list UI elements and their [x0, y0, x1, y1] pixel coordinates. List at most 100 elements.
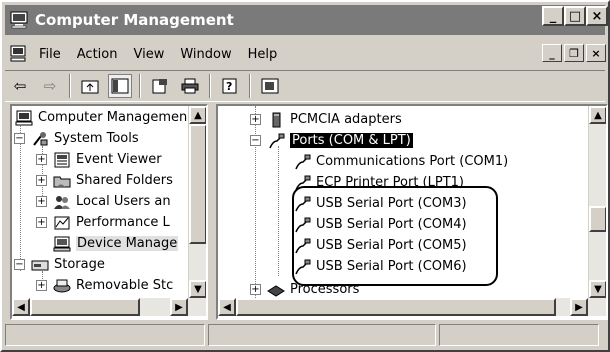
- console-tree-pane[interactable]: Computer Managemen − System Tools + Even…: [10, 104, 208, 320]
- help-icon[interactable]: ?: [218, 74, 242, 98]
- port-icon: [292, 258, 312, 276]
- port-icon: [292, 237, 312, 255]
- system-menu-icon[interactable]: [9, 45, 29, 63]
- tree-item-system-tools[interactable]: − System Tools: [14, 128, 139, 149]
- toolbar-separator: [69, 74, 71, 98]
- forward-arrow-icon[interactable]: ⇨: [38, 74, 62, 98]
- left-horizontal-scrollbar[interactable]: ◀ ▶: [12, 298, 206, 316]
- tree-label: Local Users an: [76, 194, 171, 209]
- right-horizontal-scrollbar[interactable]: ◀ ▶: [218, 298, 606, 316]
- tree-item-com3[interactable]: USB Serial Port (COM3): [292, 193, 467, 214]
- up-folder-icon[interactable]: [78, 74, 102, 98]
- removable-storage-icon: [52, 277, 72, 295]
- scroll-right-arrow-icon[interactable]: ▶: [170, 298, 188, 316]
- scroll-up-arrow-icon[interactable]: ▲: [189, 106, 206, 124]
- tree-label: Device Manage: [76, 236, 179, 251]
- scroll-thumb[interactable]: [30, 298, 140, 316]
- tree-label: System Tools: [54, 131, 139, 146]
- tree-item-com1[interactable]: Communications Port (COM1): [292, 151, 508, 172]
- menu-window[interactable]: Window: [180, 47, 231, 62]
- menu-view[interactable]: View: [133, 47, 164, 62]
- tree-item-removable-storage[interactable]: + Removable Stc: [36, 275, 173, 296]
- tree-item-shared-folders[interactable]: + Shared Folders: [36, 170, 173, 191]
- tree-label: Communications Port (COM1): [316, 154, 509, 169]
- scroll-thumb[interactable]: [589, 206, 606, 232]
- tree-item-performance-logs[interactable]: + Performance L: [36, 212, 170, 233]
- menu-help[interactable]: Help: [248, 47, 278, 62]
- tree-item-pcmcia-adapters[interactable]: + PCMCIA adapters: [250, 109, 402, 130]
- menu-file[interactable]: File: [39, 47, 61, 62]
- expand-icon[interactable]: +: [36, 280, 47, 291]
- right-vertical-scrollbar[interactable]: ▲ ▼: [588, 106, 606, 298]
- child-close-button[interactable]: ×: [586, 44, 606, 62]
- expand-icon[interactable]: +: [250, 114, 261, 125]
- tree-item-com6[interactable]: USB Serial Port (COM6): [292, 256, 467, 277]
- port-icon: [292, 174, 312, 192]
- tree-label: USB Serial Port (COM5): [316, 238, 467, 253]
- tree-item-ports[interactable]: − Ports (COM & LPT): [250, 130, 413, 151]
- tree-item-computer-management[interactable]: Computer Managemen: [14, 107, 187, 128]
- tree-label-selected: Ports (COM & LPT): [290, 133, 413, 148]
- expand-icon[interactable]: +: [250, 284, 261, 295]
- scroll-thumb[interactable]: [189, 124, 206, 244]
- scan-hardware-icon[interactable]: [258, 74, 282, 98]
- tools-icon: [30, 130, 50, 148]
- tree-item-storage[interactable]: − Storage: [14, 254, 105, 275]
- scroll-up-arrow-icon[interactable]: ▲: [589, 106, 606, 124]
- tree-item-processors[interactable]: + Processors: [250, 279, 359, 300]
- tree-label: Performance L: [76, 215, 170, 230]
- tree-line: [278, 146, 279, 276]
- tree-item-device-manager[interactable]: Device Manage: [52, 233, 179, 254]
- tree-item-lpt1[interactable]: ECP Printer Port (LPT1): [292, 172, 464, 193]
- collapse-icon[interactable]: −: [14, 259, 25, 270]
- menu-action[interactable]: Action: [77, 47, 118, 62]
- back-arrow-icon[interactable]: ⇦: [8, 74, 32, 98]
- toolbar-separator: [249, 74, 251, 98]
- port-icon: [266, 132, 286, 150]
- status-panel: [208, 324, 436, 346]
- collapse-icon[interactable]: −: [250, 135, 261, 146]
- scroll-right-arrow-icon[interactable]: ▶: [570, 298, 588, 316]
- pcmcia-icon: [266, 111, 286, 129]
- tree-item-event-viewer[interactable]: + Event Viewer: [36, 149, 162, 170]
- tree-label: Storage: [54, 257, 105, 272]
- svg-text:?: ?: [226, 80, 232, 93]
- tree-label: Processors: [290, 282, 360, 297]
- tree-label: Event Viewer: [76, 152, 162, 167]
- computer-icon: [14, 109, 34, 127]
- tree-label: USB Serial Port (COM3): [316, 196, 467, 211]
- title-bar[interactable]: Computer Management: [5, 5, 605, 35]
- child-minimize-button[interactable]: _: [542, 44, 562, 62]
- child-restore-button[interactable]: ❐: [564, 44, 584, 62]
- tree-label: USB Serial Port (COM4): [316, 217, 467, 232]
- scroll-thumb[interactable]: [236, 298, 556, 316]
- close-button[interactable]: ×: [586, 6, 608, 26]
- status-panel: [5, 324, 205, 346]
- maximize-button[interactable]: □: [564, 6, 586, 26]
- scroll-down-arrow-icon[interactable]: ▼: [589, 280, 606, 298]
- left-vertical-scrollbar[interactable]: ▲ ▼: [188, 106, 206, 298]
- expand-icon[interactable]: +: [36, 217, 47, 228]
- scroll-left-arrow-icon[interactable]: ◀: [12, 298, 30, 316]
- details-pane[interactable]: + PCMCIA adapters − Ports (COM & LPT) Co…: [216, 104, 608, 320]
- tree-label: Shared Folders: [76, 173, 173, 188]
- window-title: Computer Management: [35, 11, 234, 29]
- show-tree-icon[interactable]: [108, 74, 132, 98]
- expand-icon[interactable]: +: [36, 154, 47, 165]
- toolbar-separator: [209, 74, 211, 98]
- tree-item-com5[interactable]: USB Serial Port (COM5): [292, 235, 467, 256]
- expand-icon[interactable]: +: [36, 196, 47, 207]
- scroll-left-arrow-icon[interactable]: ◀: [218, 298, 236, 316]
- print-icon[interactable]: [178, 74, 202, 98]
- port-icon: [292, 216, 312, 234]
- collapse-icon[interactable]: −: [14, 133, 25, 144]
- folder-icon: [52, 172, 72, 190]
- expand-icon[interactable]: +: [36, 175, 47, 186]
- tree-item-local-users[interactable]: + Local Users an: [36, 191, 171, 212]
- properties-icon[interactable]: [148, 74, 172, 98]
- tree-item-com4[interactable]: USB Serial Port (COM4): [292, 214, 467, 235]
- tree-label: ECP Printer Port (LPT1): [316, 175, 464, 190]
- minimize-button[interactable]: _: [542, 6, 564, 26]
- scroll-down-arrow-icon[interactable]: ▼: [189, 280, 206, 298]
- tree-label: USB Serial Port (COM6): [316, 259, 467, 274]
